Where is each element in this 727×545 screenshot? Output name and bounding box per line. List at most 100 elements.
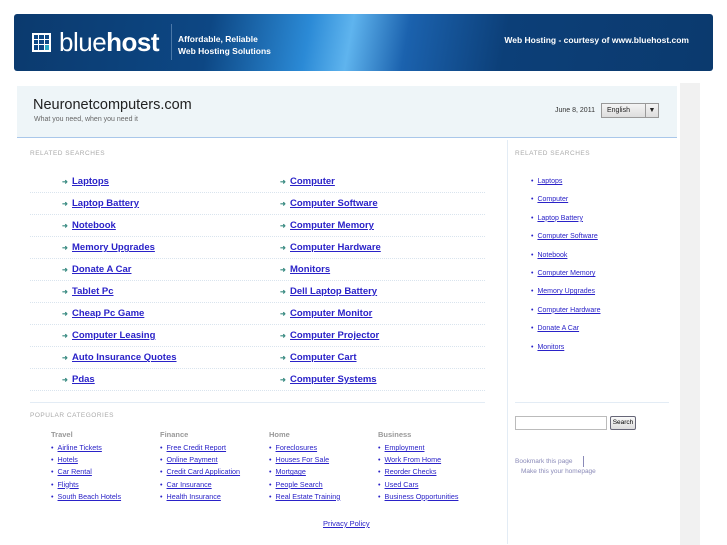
related-search-label: Donate A Car bbox=[72, 264, 132, 275]
related-search-link[interactable]: ➜ Notebook bbox=[62, 220, 116, 231]
sidebar-list-item: Monitors bbox=[531, 344, 600, 362]
sidebar-list-item: Memory Upgrades bbox=[531, 288, 600, 306]
related-search-label: Tablet Pc bbox=[72, 286, 114, 297]
related-row: ➜ Memory Upgrades ➜ Computer Hardware bbox=[30, 237, 485, 259]
sidebar-link[interactable]: Computer Hardware bbox=[537, 307, 600, 314]
sidebar-link[interactable]: Computer bbox=[537, 196, 568, 203]
arrow-icon: ➜ bbox=[280, 355, 286, 362]
related-search-link[interactable]: ➜ Computer Monitor bbox=[280, 308, 372, 319]
related-search-label: Monitors bbox=[290, 264, 331, 275]
sidebar-link[interactable]: Notebook bbox=[537, 252, 567, 259]
sidebar-link[interactable]: Donate A Car bbox=[537, 325, 579, 332]
category-item: Houses For Sale bbox=[269, 455, 378, 467]
bluehost-banner[interactable]: bluehost Affordable, Reliable Web Hosting… bbox=[14, 14, 713, 71]
category-link[interactable]: Airline Tickets bbox=[58, 443, 102, 452]
site-subtitle: What you need, when you need it bbox=[34, 116, 138, 123]
category-link[interactable]: Mortgage bbox=[276, 467, 306, 476]
privacy-policy-link[interactable]: Privacy Policy bbox=[323, 519, 370, 528]
category-link[interactable]: Foreclosures bbox=[276, 443, 318, 452]
category-link[interactable]: Hotels bbox=[58, 455, 78, 464]
category-item: Online Payment bbox=[160, 455, 269, 467]
category-link[interactable]: Business Opportunities bbox=[385, 492, 459, 501]
related-search-link[interactable]: ➜ Computer Systems bbox=[280, 374, 377, 385]
category-link[interactable]: Reorder Checks bbox=[385, 467, 437, 476]
related-search-label: Notebook bbox=[72, 220, 116, 231]
related-search-link[interactable]: ➜ Computer Leasing bbox=[62, 330, 155, 341]
search-input[interactable] bbox=[515, 416, 607, 430]
side-strip bbox=[680, 83, 700, 545]
related-search-label: Dell Laptop Battery bbox=[290, 286, 378, 297]
related-search-link[interactable]: ➜ Cheap Pc Game bbox=[62, 308, 144, 319]
category-link[interactable]: Online Payment bbox=[167, 455, 218, 464]
related-search-link[interactable]: ➜ Dell Laptop Battery bbox=[280, 286, 377, 297]
related-search-link[interactable]: ➜ Computer bbox=[280, 176, 335, 187]
related-search-link[interactable]: ➜ Computer Hardware bbox=[280, 242, 381, 253]
category-link[interactable]: Houses For Sale bbox=[276, 455, 330, 464]
category-link[interactable]: Real Estate Training bbox=[276, 492, 341, 501]
related-row: ➜ Notebook ➜ Computer Memory bbox=[30, 215, 485, 237]
chevron-down-icon: ▼ bbox=[645, 104, 658, 117]
arrow-icon: ➜ bbox=[62, 245, 68, 252]
category-link[interactable]: Car Insurance bbox=[167, 480, 212, 489]
category-link[interactable]: Used Cars bbox=[385, 480, 419, 489]
related-search-link[interactable]: ➜ Computer Memory bbox=[280, 220, 374, 231]
related-search-label: Auto Insurance Quotes bbox=[72, 352, 177, 363]
sidebar-link[interactable]: Computer Memory bbox=[537, 270, 595, 277]
related-search-link[interactable]: ➜ Monitors bbox=[280, 264, 330, 275]
related-search-label: Memory Upgrades bbox=[72, 242, 155, 253]
category-link[interactable]: Work From Home bbox=[385, 455, 442, 464]
search-button[interactable]: Search bbox=[610, 416, 636, 430]
sidebar-link[interactable]: Laptops bbox=[537, 178, 562, 185]
category-item: People Search bbox=[269, 480, 378, 492]
related-search-label: Computer Memory bbox=[290, 220, 374, 231]
related-search-link[interactable]: ➜ Tablet Pc bbox=[62, 286, 114, 297]
arrow-icon: ➜ bbox=[62, 179, 68, 186]
related-search-label: Cheap Pc Game bbox=[72, 308, 145, 319]
courtesy-text: Web Hosting - courtesy of www.bluehost.c… bbox=[504, 35, 689, 45]
popular-categories: Travel Airline Tickets Hotels Car Rental Fli… bbox=[51, 430, 487, 504]
related-search-link[interactable]: ➜ Donate A Car bbox=[62, 264, 131, 275]
arrow-icon: ➜ bbox=[280, 377, 286, 384]
category-link[interactable]: Car Rental bbox=[58, 467, 92, 476]
site-title: Neuronetcomputers.com bbox=[33, 97, 192, 113]
category-link[interactable]: Free Credit Report bbox=[167, 443, 227, 452]
related-search-link[interactable]: ➜ Memory Upgrades bbox=[62, 242, 155, 253]
arrow-icon: ➜ bbox=[280, 289, 286, 296]
column-divider bbox=[507, 140, 508, 544]
related-search-link[interactable]: ➜ Pdas bbox=[62, 374, 95, 385]
language-select[interactable]: English ▼ bbox=[601, 103, 659, 118]
category-title: Finance bbox=[160, 430, 189, 439]
related-search-link[interactable]: ➜ Computer Cart bbox=[280, 352, 357, 363]
divider bbox=[583, 456, 584, 467]
related-search-link[interactable]: ➜ Laptop Battery bbox=[62, 198, 139, 209]
sidebar-list-item: Laptop Battery bbox=[531, 215, 600, 233]
category-item: Credit Card Application bbox=[160, 467, 269, 479]
arrow-icon: ➜ bbox=[280, 267, 286, 274]
sidebar-list-item: Computer Hardware bbox=[531, 307, 600, 325]
divider bbox=[171, 24, 172, 60]
related-searches-list: ➜ Laptops ➜ Computer ➜ Laptop Battery ➜ Compute… bbox=[30, 171, 485, 391]
category-link[interactable]: Health Insurance bbox=[167, 492, 221, 501]
category-link[interactable]: Flights bbox=[58, 480, 79, 489]
category-link[interactable]: People Search bbox=[276, 480, 323, 489]
category-title: Home bbox=[269, 430, 290, 439]
sidebar-link[interactable]: Monitors bbox=[537, 344, 564, 351]
logo-text-bold: host bbox=[106, 27, 160, 57]
arrow-icon: ➜ bbox=[62, 355, 68, 362]
sidebar-list-item: Laptops bbox=[531, 178, 600, 196]
related-search-link[interactable]: ➜ Auto Insurance Quotes bbox=[62, 352, 177, 363]
category-link[interactable]: Credit Card Application bbox=[167, 467, 241, 476]
related-search-label: Computer Software bbox=[290, 198, 378, 209]
sidebar-link[interactable]: Computer Software bbox=[537, 233, 597, 240]
homepage-link[interactable]: Make this your homepage bbox=[521, 468, 596, 475]
related-search-link[interactable]: ➜ Computer Projector bbox=[280, 330, 379, 341]
sidebar-link[interactable]: Memory Upgrades bbox=[537, 288, 595, 295]
category-link[interactable]: South Beach Hotels bbox=[58, 492, 122, 501]
related-search-link[interactable]: ➜ Computer Software bbox=[280, 198, 378, 209]
divider bbox=[30, 402, 485, 403]
bookmark-link[interactable]: Bookmark this page bbox=[515, 458, 572, 465]
related-search-link[interactable]: ➜ Laptops bbox=[62, 176, 109, 187]
category-link[interactable]: Employment bbox=[385, 443, 425, 452]
sidebar-link[interactable]: Laptop Battery bbox=[537, 215, 583, 222]
sidebar-list-item: Computer Memory bbox=[531, 270, 600, 288]
